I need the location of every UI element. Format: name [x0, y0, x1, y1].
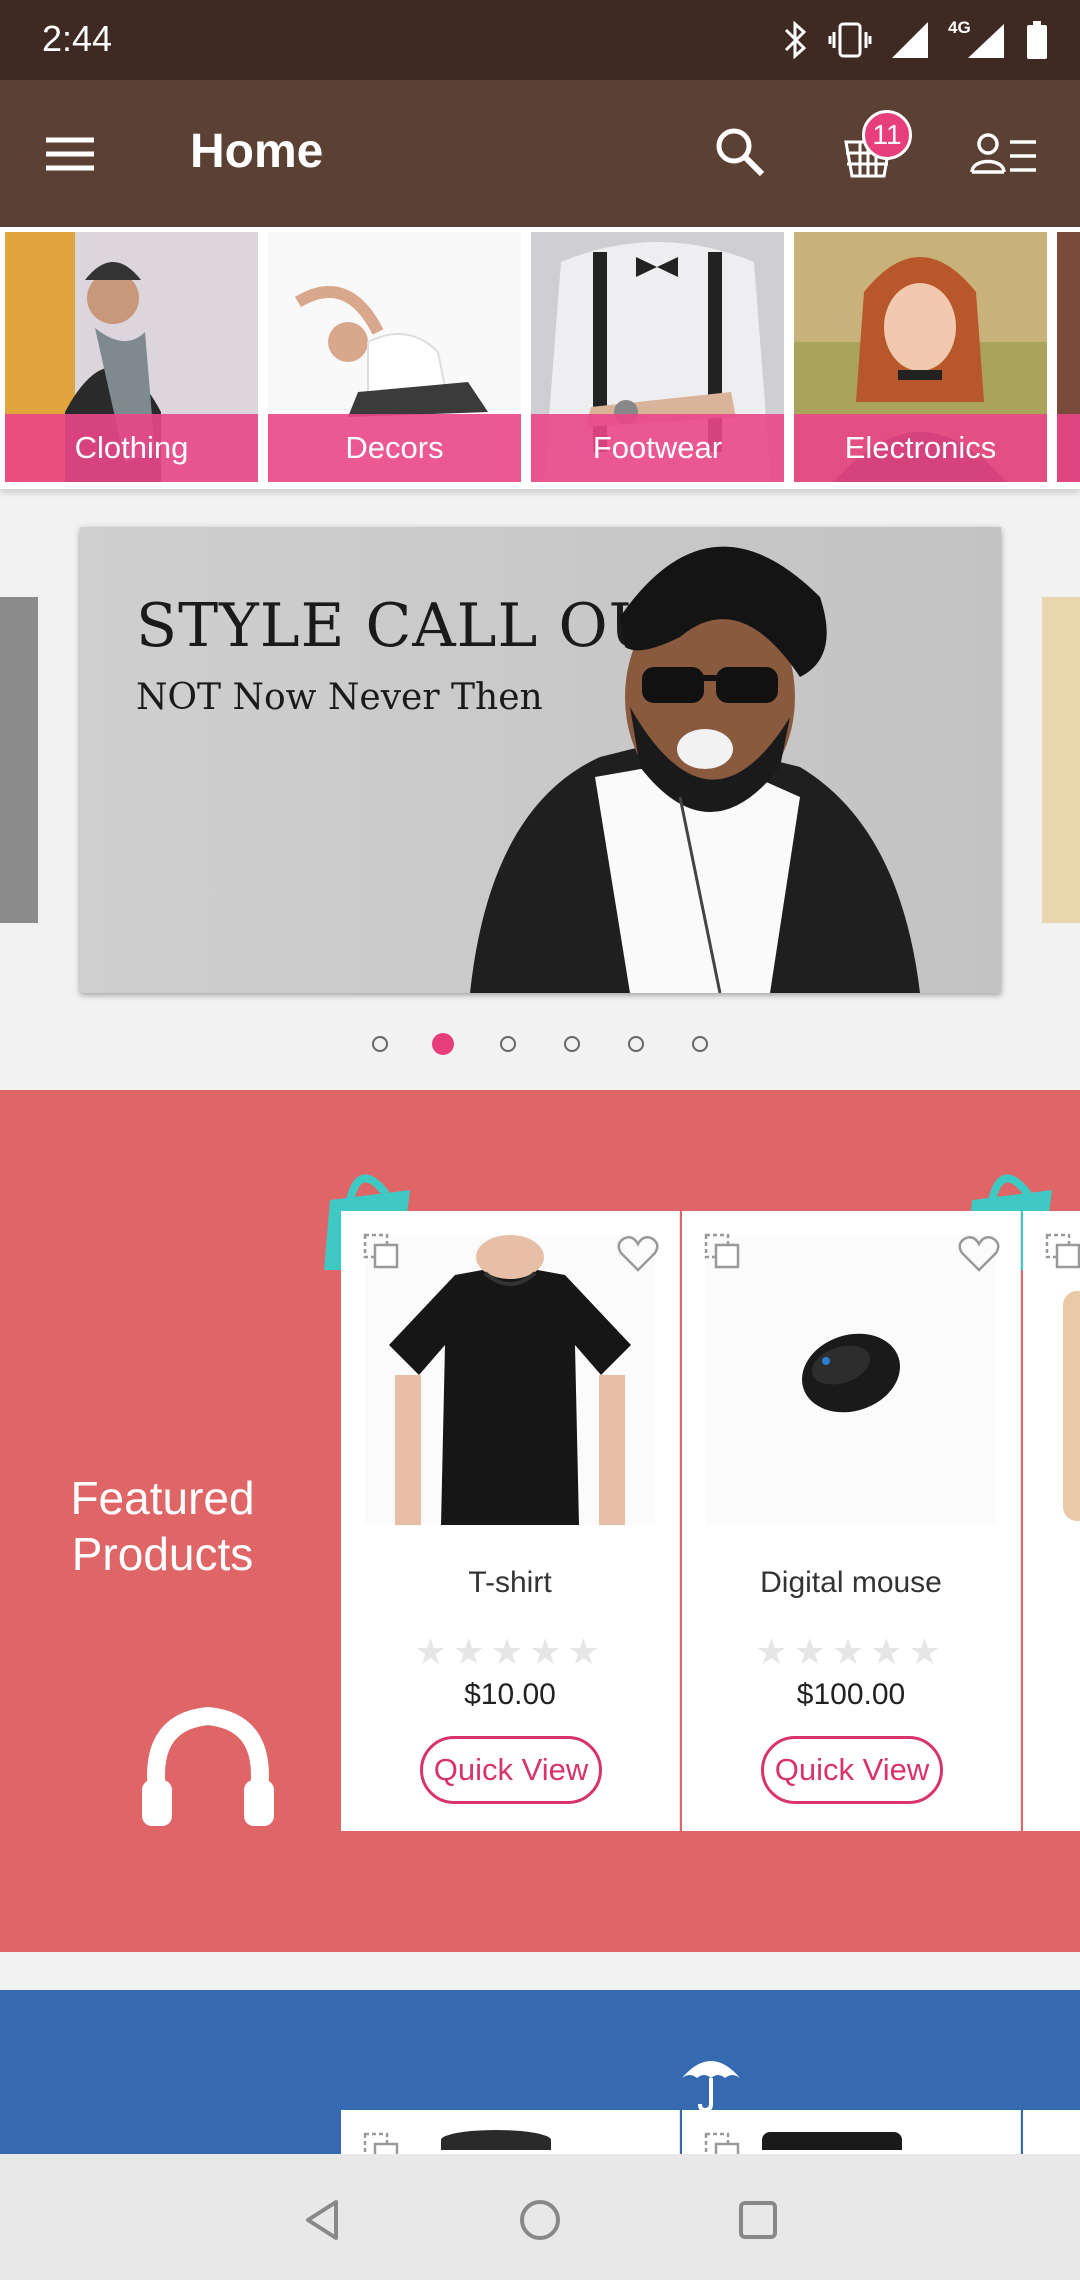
home-icon[interactable] [510, 2190, 570, 2250]
carousel-dot-6[interactable] [692, 1036, 708, 1052]
category-strip: Clothing Decors Footwear Electronics [0, 227, 1080, 489]
menu-icon [46, 137, 94, 171]
tshirt-image [389, 1235, 631, 1525]
status-bar: 2:44 4G [0, 0, 1080, 80]
product-card[interactable]: Digital mouse ★★★★★ $100.00 Quick View [682, 1211, 1021, 1831]
banner-model-image [470, 546, 920, 993]
product-card-partial[interactable] [1023, 1211, 1080, 1831]
quick-view-button[interactable]: Quick View [420, 1736, 602, 1804]
compare-icon[interactable] [1043, 1231, 1080, 1271]
cart-count-badge: 11 [862, 110, 912, 160]
promo-banner[interactable]: STYLE CALL OUT NOT Now Never Then [80, 527, 1001, 993]
compare-icon[interactable] [702, 1231, 742, 1271]
vibrate-icon [828, 22, 872, 58]
page-title: Home [190, 125, 324, 178]
back-icon[interactable] [294, 2190, 354, 2250]
account-menu-button[interactable] [970, 128, 1042, 184]
umbrella-icon [682, 2061, 740, 2113]
category-label: Electronics [794, 414, 1047, 482]
product-rating: ★★★★★ [755, 1631, 947, 1672]
signal-icon [892, 22, 928, 58]
product-price: $10.00 [464, 1678, 556, 1711]
search-icon [716, 128, 765, 177]
bluetooth-icon [784, 20, 807, 60]
product-image[interactable] [706, 1235, 996, 1525]
carousel-dot-3[interactable] [500, 1036, 516, 1052]
product-price: $100.00 [796, 1678, 906, 1711]
peek-product-image [441, 2130, 551, 2150]
menu-button[interactable] [40, 126, 100, 182]
category-tile-footwear[interactable]: Footwear [531, 232, 784, 482]
recents-icon[interactable] [728, 2190, 788, 2250]
battery-icon [1027, 21, 1047, 59]
category-tile-clothing[interactable]: Clothing [5, 232, 258, 482]
quick-view-button[interactable]: Quick View [761, 1736, 943, 1804]
mouse-image [802, 1333, 900, 1413]
headphones-icon [142, 1706, 274, 1826]
carousel-dot-1[interactable] [372, 1036, 388, 1052]
featured-products-section: Featured Products T-shirt ★★★★★ $10.00 Q… [0, 1090, 1080, 1952]
product-image[interactable] [365, 1235, 655, 1525]
category-label: Footwear [531, 414, 784, 482]
category-tile-decors[interactable]: Decors [268, 232, 521, 482]
search-button[interactable] [710, 122, 770, 182]
system-navigation-bar [0, 2154, 1080, 2280]
category-label: Clothing [5, 414, 258, 482]
featured-title: Featured Products [70, 1472, 255, 1580]
status-icons: 4G [782, 16, 1048, 64]
compare-icon[interactable] [361, 1231, 401, 1271]
carousel-dot-4[interactable] [564, 1036, 580, 1052]
banner-next-slide[interactable] [1042, 597, 1080, 923]
product-rating: ★★★★★ [414, 1631, 606, 1672]
product-card[interactable]: T-shirt ★★★★★ $10.00 Quick View [341, 1211, 680, 1831]
peek-product-image [762, 2132, 902, 2150]
product-name[interactable]: Digital mouse [682, 1566, 1020, 1600]
category-tile-next[interactable] [1057, 232, 1080, 482]
product-name[interactable]: T-shirt [341, 1566, 679, 1600]
category-label: Decors [268, 414, 521, 482]
banner-previous-slide[interactable] [0, 597, 38, 923]
status-time: 2:44 [42, 18, 113, 59]
signal-icon-2 [968, 24, 1004, 58]
carousel-dot-2-active[interactable] [432, 1033, 454, 1055]
heart-icon[interactable] [617, 1235, 659, 1273]
account-icon [970, 133, 1036, 174]
carousel-dot-5[interactable] [628, 1036, 644, 1052]
app-bar: Home 11 [0, 80, 1080, 227]
heart-icon[interactable] [958, 1235, 1000, 1273]
partial-product-image [1063, 1291, 1080, 1521]
category-tile-electronics[interactable]: Electronics [794, 232, 1047, 482]
category-label-partial [1057, 414, 1080, 482]
carousel-indicators [0, 1033, 1080, 1066]
network-indicator: 4G [948, 18, 1008, 60]
